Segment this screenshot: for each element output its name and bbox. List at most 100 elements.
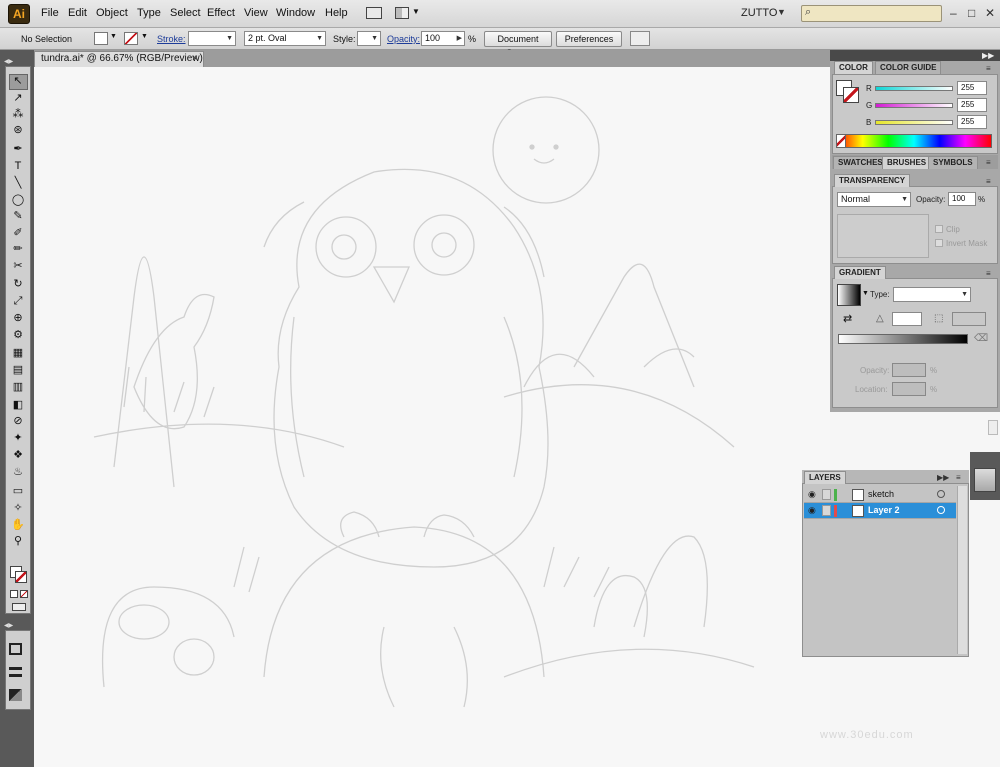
g-slider[interactable]: [875, 103, 953, 108]
lock-icon[interactable]: [822, 489, 831, 500]
b-slider[interactable]: [875, 120, 953, 125]
stroke-swatch[interactable]: [124, 32, 138, 45]
tab-symbols[interactable]: SYMBOLS: [928, 156, 978, 169]
document-tab[interactable]: tundra.ai* @ 66.67% (RGB/Preview): [34, 51, 204, 67]
tool-icon[interactable]: ⊛: [9, 123, 27, 138]
tool-icon[interactable]: ▭: [9, 484, 27, 499]
maximize-icon[interactable]: □: [968, 6, 975, 20]
stroke-color-box[interactable]: [843, 87, 859, 103]
document-setup-button[interactable]: Document Setup: [484, 31, 552, 58]
brush-definition-dropdown[interactable]: 2 pt. Oval ▼: [244, 31, 326, 46]
gradient-type-dropdown[interactable]: ▼: [893, 287, 971, 302]
menu-effect[interactable]: Effect: [207, 7, 235, 19]
color-mode-icon[interactable]: [10, 590, 18, 598]
tool-icon[interactable]: ✐: [9, 226, 27, 241]
tool-icon[interactable]: ✦: [9, 431, 27, 446]
lock-icon[interactable]: [822, 505, 831, 516]
close-tab-icon[interactable]: ×: [192, 53, 198, 64]
tab-color-guide[interactable]: COLOR GUIDE: [875, 61, 942, 74]
transparency-opacity-input[interactable]: 100: [948, 192, 976, 206]
artboards-icon[interactable]: [9, 643, 22, 655]
preferences-button[interactable]: Preferences: [556, 31, 622, 47]
tool-icon[interactable]: ⤢: [9, 294, 27, 309]
invert-mask-checkbox[interactable]: [935, 239, 943, 247]
visibility-eye-icon[interactable]: ◉: [808, 489, 816, 500]
search-input[interactable]: [801, 5, 942, 22]
reverse-gradient-icon[interactable]: ⇄: [843, 312, 852, 325]
blend-mode-dropdown[interactable]: Normal ▼: [837, 192, 911, 207]
style-dropdown[interactable]: ▼: [357, 31, 381, 46]
tool-icon[interactable]: ◧: [9, 398, 27, 413]
layers-dock-icon[interactable]: [974, 468, 996, 492]
chevron-down-icon[interactable]: ▼: [412, 7, 420, 16]
tool-icon[interactable]: ↻: [9, 277, 27, 292]
workspace-switcher[interactable]: ZUTTO: [741, 7, 777, 19]
tool-icon[interactable]: ✎: [9, 209, 27, 224]
menu-object[interactable]: Object: [96, 7, 128, 19]
tools-collapse-icon[interactable]: ◀▶: [4, 58, 13, 65]
arrange-documents-icon[interactable]: [395, 7, 409, 19]
tool-icon[interactable]: ↗: [9, 91, 27, 106]
target-circle-icon[interactable]: [937, 506, 945, 514]
menu-edit[interactable]: Edit: [68, 7, 87, 19]
screen-mode-icon[interactable]: [12, 603, 26, 611]
tool-icon[interactable]: ✂: [9, 259, 27, 274]
angle-input[interactable]: [892, 312, 922, 326]
tab-brushes[interactable]: BRUSHES: [882, 156, 932, 169]
menu-file[interactable]: File: [41, 7, 59, 19]
tool-icon[interactable]: ⊘: [9, 414, 27, 429]
brushes-menu-icon[interactable]: ≡: [986, 158, 991, 167]
gradient-opacity-input[interactable]: [892, 363, 926, 377]
gradient-menu-icon[interactable]: ≡: [986, 269, 991, 278]
layer-name[interactable]: Layer 2: [868, 503, 900, 518]
tab-transparency[interactable]: TRANSPARENCY: [834, 174, 911, 187]
tool-icon[interactable]: ◯: [9, 193, 27, 208]
none-mode-icon[interactable]: [20, 590, 28, 598]
tool-icon[interactable]: ♨: [9, 465, 27, 480]
canvas-scrollbar-thumb[interactable]: [988, 420, 998, 435]
aspect-ratio-input[interactable]: [952, 312, 986, 326]
b-input[interactable]: 255: [957, 115, 987, 129]
panel-menu-icon[interactable]: ≡: [986, 64, 991, 73]
tool-icon[interactable]: ▥: [9, 380, 27, 395]
pathfinder-icon[interactable]: [9, 689, 22, 701]
target-circle-icon[interactable]: [937, 490, 945, 498]
tab-gradient[interactable]: GRADIENT: [834, 266, 886, 279]
location-input[interactable]: [892, 382, 926, 396]
transparency-menu-icon[interactable]: ≡: [986, 177, 991, 186]
tools2-collapse-icon[interactable]: ◀▶: [4, 622, 13, 629]
gradient-chevron-icon[interactable]: ▼: [862, 290, 869, 297]
fill-chevron-icon[interactable]: ▼: [110, 33, 117, 40]
delete-stop-icon[interactable]: ⌫: [974, 333, 988, 344]
clip-checkbox[interactable]: [935, 225, 943, 233]
arrange-icon[interactable]: [630, 31, 650, 46]
tool-icon[interactable]: ↖: [9, 74, 27, 89]
tool-icon[interactable]: ✒: [9, 142, 27, 157]
tool-icon[interactable]: ▤: [9, 363, 27, 378]
layers-collapse-icon[interactable]: ▶▶: [937, 473, 949, 482]
tool-icon[interactable]: ✋: [9, 518, 27, 533]
layer-name[interactable]: sketch: [868, 487, 894, 502]
minimize-icon[interactable]: –: [950, 6, 957, 20]
stroke-color-icon[interactable]: [15, 571, 27, 583]
menu-view[interactable]: View: [244, 7, 268, 19]
tool-icon[interactable]: ⚙: [9, 328, 27, 343]
tab-swatches[interactable]: SWATCHES: [833, 156, 888, 169]
tab-layers[interactable]: LAYERS: [804, 471, 846, 484]
menu-select[interactable]: Select: [170, 7, 201, 19]
align-icon[interactable]: [9, 667, 22, 677]
stroke-chevron-icon[interactable]: ▼: [141, 33, 148, 40]
none-color-icon[interactable]: [836, 134, 846, 148]
tool-icon[interactable]: ⚲: [9, 534, 27, 549]
layers-menu-icon[interactable]: ≡: [956, 473, 961, 482]
r-slider[interactable]: [875, 86, 953, 91]
layer-row[interactable]: ◉ sketch: [804, 487, 956, 503]
opacity-field[interactable]: 100 ▶: [421, 31, 465, 46]
stroke-label[interactable]: Stroke:: [157, 34, 186, 44]
tool-icon[interactable]: ❖: [9, 448, 27, 463]
r-input[interactable]: 255: [957, 81, 987, 95]
tool-icon[interactable]: ╲: [9, 176, 27, 191]
color-spectrum[interactable]: [836, 134, 992, 148]
layer-row[interactable]: ◉ Layer 2: [804, 503, 956, 519]
gradient-slider[interactable]: [838, 334, 968, 344]
